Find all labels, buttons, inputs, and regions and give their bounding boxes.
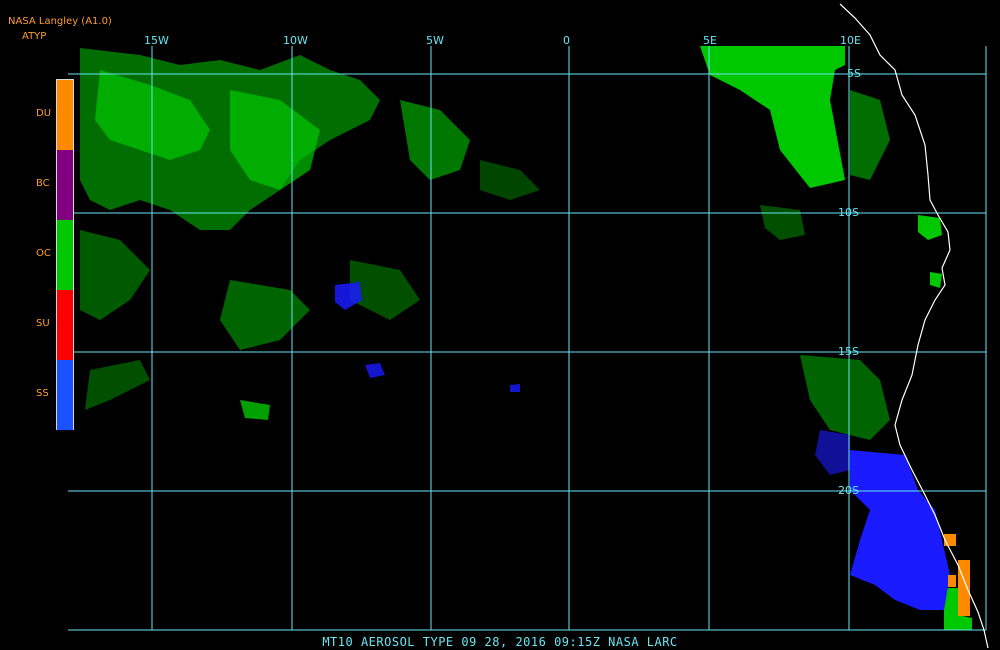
legend-label-bc: BC	[36, 178, 50, 189]
header-title: NASA Langley (A1.0)	[8, 16, 112, 27]
lon-label-15w: 15W	[144, 34, 169, 47]
lat-label-15s: 15S	[838, 345, 859, 358]
lon-label-5e: 5E	[703, 34, 717, 47]
legend-label-ss: SS	[36, 388, 49, 399]
lon-label-10e: 10E	[840, 34, 861, 47]
lon-label-5w: 5W	[426, 34, 444, 47]
lon-label-0: 0	[563, 34, 570, 47]
lat-label-5s: 5S	[847, 67, 861, 80]
legend-label-su: SU	[36, 318, 50, 329]
product-code: ATYP	[22, 31, 47, 42]
lat-label-20s: 20S	[838, 484, 859, 497]
legend-label-oc: OC	[36, 248, 51, 259]
map-caption: MT10 AEROSOL TYPE 09 28, 2016 09:15Z NAS…	[322, 635, 678, 649]
lat-label-10s: 10S	[838, 206, 859, 219]
lon-label-10w: 10W	[283, 34, 308, 47]
aerosol-map	[0, 0, 1000, 650]
legend-label-du: DU	[36, 108, 52, 119]
